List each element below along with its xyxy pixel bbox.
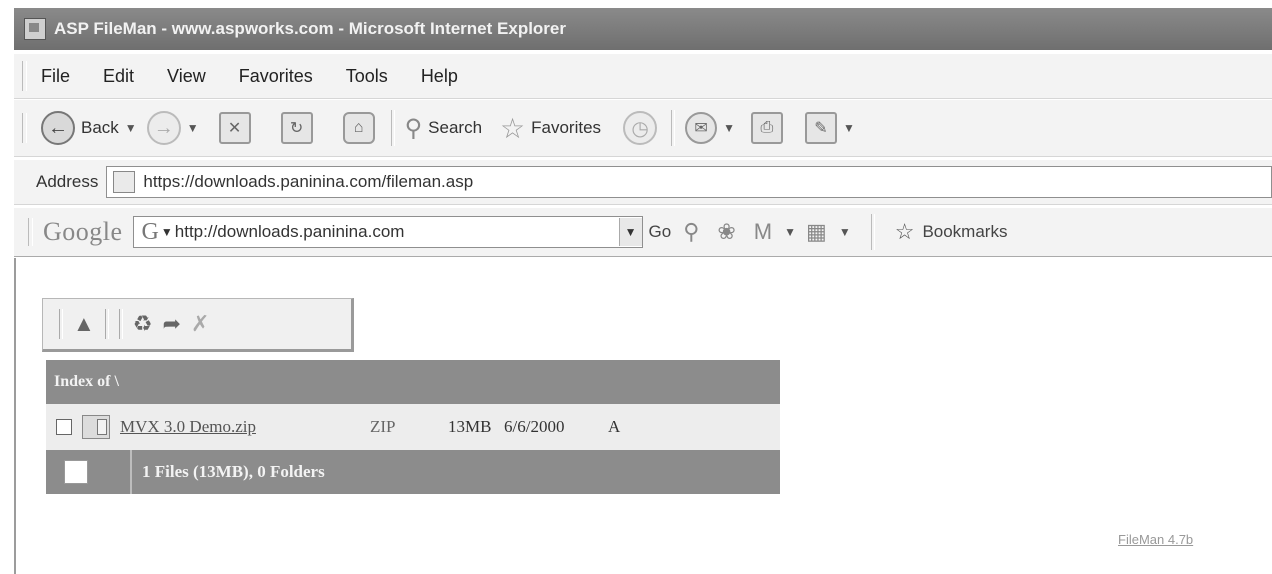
file-type: ZIP <box>370 417 396 436</box>
standard-toolbar: ← Back ▼ → ▼ ✕ ↻ ⌂ ⚲ Search ☆ Favorites … <box>14 100 1272 157</box>
search-label: Search <box>428 118 483 137</box>
edit-dropdown-icon[interactable]: ▼ <box>843 121 855 135</box>
back-dropdown-icon[interactable]: ▼ <box>125 121 137 135</box>
favorites-label: Favorites <box>531 118 602 137</box>
popup-blocker-icon[interactable]: ❀ <box>717 219 735 245</box>
window-title: ASP FileMan - www.aspworks.com - Microso… <box>54 19 566 38</box>
menu-edit[interactable]: Edit <box>103 66 134 87</box>
bookmarks-button[interactable]: Bookmarks <box>922 222 1007 242</box>
forward-dropdown-icon[interactable]: ▼ <box>187 121 199 135</box>
print-icon[interactable]: ⎙ <box>750 112 783 144</box>
google-search-combo[interactable]: G ▼ http://downloads.paninina.com ▼ <box>132 216 643 248</box>
page-icon <box>113 171 136 193</box>
history-icon[interactable]: ◷ <box>623 111 658 145</box>
file-row[interactable]: MVX 3.0 Demo.zip ZIP 13MB 6/6/2000 A <box>46 404 780 450</box>
index-header: Index of \ <box>46 360 780 404</box>
go-button[interactable]: Go <box>649 222 672 242</box>
fileman-version-link[interactable]: FileMan 4.7b <box>1118 532 1193 547</box>
select-all-checkbox[interactable] <box>64 460 88 484</box>
toolbar-separator <box>671 110 676 146</box>
fileman-toolbar-separator <box>59 309 63 339</box>
back-label: Back <box>81 118 119 137</box>
refresh-icon[interactable]: ↻ <box>280 112 313 144</box>
file-checkbox[interactable] <box>56 419 72 435</box>
index-title: Index of \ <box>54 373 119 390</box>
google-history-dropdown-icon[interactable]: ▼ <box>161 225 173 239</box>
google-toolbar: Google G ▼ http://downloads.paninina.com… <box>14 208 1272 257</box>
autofill-icon[interactable]: ▦ <box>806 219 827 245</box>
mail-dropdown-icon[interactable]: ▼ <box>723 121 735 135</box>
bookmarks-star-icon[interactable]: ☆ <box>895 219 915 245</box>
file-listing: Index of \ MVX 3.0 Demo.zip ZIP 13MB 6/6… <box>46 360 780 494</box>
gmail-dropdown-icon[interactable]: ▼ <box>784 225 796 239</box>
window-title-bar: ASP FileMan - www.aspworks.com - Microso… <box>14 8 1272 50</box>
file-date: 6/6/2000 <box>504 417 565 436</box>
google-g-icon: G <box>141 218 159 245</box>
file-size: 13MB <box>448 417 492 436</box>
menu-bar: File Edit View Favorites Tools Help <box>14 54 1272 99</box>
toolbar-separator <box>390 110 395 146</box>
toolbar-grip[interactable] <box>22 61 27 91</box>
delete-icon[interactable]: ✗ <box>191 311 209 337</box>
move-icon[interactable]: ➦ <box>163 311 181 337</box>
autofill-dropdown-icon[interactable]: ▼ <box>839 225 851 239</box>
file-attributes: A <box>608 417 621 436</box>
address-bar: Address https://downloads.paninina.com/f… <box>14 160 1272 205</box>
menu-view[interactable]: View <box>167 66 206 87</box>
file-name-link[interactable]: MVX 3.0 Demo.zip <box>120 417 370 437</box>
summary-row: 1 Files (13MB), 0 Folders <box>46 450 780 494</box>
summary-text: 1 Files (13MB), 0 Folders <box>142 462 325 481</box>
search-button[interactable]: ⚲ Search <box>405 114 482 143</box>
google-combo-dropdown-icon[interactable]: ▼ <box>618 218 642 246</box>
mail-icon[interactable]: ✉ <box>685 112 718 144</box>
stop-icon[interactable]: ✕ <box>218 112 251 144</box>
address-label: Address <box>36 172 99 191</box>
search-icon: ⚲ <box>404 114 423 142</box>
toolbar-separator <box>870 214 875 250</box>
ie-app-icon <box>24 18 46 40</box>
favorites-star-icon: ☆ <box>500 112 526 144</box>
zip-file-icon <box>82 415 110 439</box>
back-arrow-icon: ← <box>41 111 75 145</box>
menu-file[interactable]: File <box>41 66 70 87</box>
google-search-input[interactable]: http://downloads.paninina.com <box>175 222 619 242</box>
upload-icon[interactable]: ▲ <box>73 311 95 337</box>
fileman-toolbar: ▲ ♻ ➦ ✗ <box>42 298 354 352</box>
menu-favorites[interactable]: Favorites <box>239 66 313 87</box>
edit-icon[interactable]: ✎ <box>804 112 837 144</box>
menu-tools[interactable]: Tools <box>346 66 388 87</box>
address-input[interactable]: https://downloads.paninina.com/fileman.a… <box>106 166 1272 198</box>
fileman-toolbar-separator <box>118 309 123 339</box>
gmail-icon[interactable]: M <box>754 219 772 245</box>
favorites-button[interactable]: ☆ Favorites <box>500 112 601 145</box>
menu-help[interactable]: Help <box>421 66 458 87</box>
toolbar-grip[interactable] <box>22 113 27 143</box>
forward-arrow-icon[interactable]: → <box>146 111 181 145</box>
toolbar-grip[interactable] <box>28 218 33 246</box>
copy-icon[interactable]: ♻ <box>133 311 153 337</box>
google-logo[interactable]: Google <box>43 217 123 247</box>
fileman-toolbar-separator <box>104 309 109 339</box>
back-button[interactable]: ← Back <box>41 111 119 145</box>
summary-divider <box>130 450 132 494</box>
address-url: https://downloads.paninina.com/fileman.a… <box>143 172 474 191</box>
search-site-icon[interactable]: ⚲ <box>683 219 699 245</box>
home-icon[interactable]: ⌂ <box>342 112 375 144</box>
